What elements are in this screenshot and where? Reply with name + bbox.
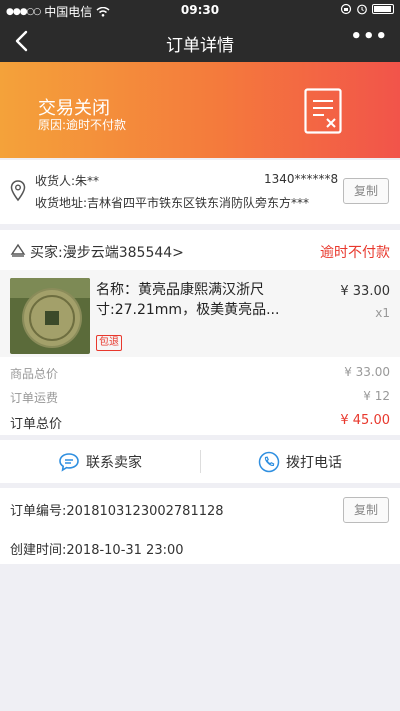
order-number: 订单编号:2018103123002781128 (10, 504, 224, 519)
goods-total-label: 商品总价 (10, 367, 59, 381)
location-pin-icon (10, 180, 26, 202)
buyer-row[interactable]: 买家:漫步云端385544> 逾时不付款 (0, 230, 400, 270)
order-total-value: ¥ 45.00 (340, 413, 390, 428)
order-total-row: 订单总价 ¥ 45.00 (0, 409, 400, 432)
copy-order-number-button[interactable]: 复制 (343, 497, 389, 523)
contact-seller-label: 联系卖家 (86, 454, 142, 471)
alarm-icon (357, 4, 367, 15)
return-guarantee-badge: 包退 (96, 335, 122, 351)
contact-seller-button[interactable]: 联系卖家 (58, 440, 142, 483)
phone-icon (258, 451, 280, 472)
shipping-fee-value: ¥ 12 (363, 389, 390, 403)
status-bar: ●●●○○ 中国电信 09:30 (0, 0, 400, 20)
navigation-bar: 订单详情 ••• (0, 20, 400, 62)
receiver-name: 收货人:朱** (35, 174, 100, 188)
product-price: ¥ 33.00 (340, 284, 390, 299)
buyer-name[interactable]: 买家:漫步云端385544> (30, 242, 184, 262)
closed-document-icon (304, 88, 342, 134)
product-image (10, 278, 90, 354)
shipping-fee-row: 订单运费 ¥ 12 (0, 385, 400, 407)
receiver-phone: 1340******8 (264, 172, 339, 186)
receiver-address: 收货地址:吉林省四平市铁东区铁东消防队旁东方*** (35, 196, 310, 210)
order-total-label: 订单总价 (10, 417, 63, 432)
copy-address-button[interactable]: 复制 (343, 178, 389, 204)
divider (200, 450, 201, 473)
shipping-fee-label: 订单运费 (10, 391, 59, 405)
order-info-card: 订单编号:2018103123002781128 复制 创建时间:2018-10… (0, 488, 400, 564)
goods-total-row: 商品总价 ¥ 33.00 (0, 361, 400, 383)
buyer-icon (10, 243, 26, 257)
product-name: 名称：黄亮品康熙满汉浙尺寸:27.21mm，极美黄亮品... (96, 282, 280, 318)
product-quantity: x1 (375, 306, 390, 320)
created-time: 创建时间:2018-10-31 23:00 (10, 543, 184, 558)
chat-bubble-icon (59, 452, 79, 472)
order-state-reason: 原因:逾时不付款 (38, 118, 127, 132)
order-status-label: 逾时不付款 (320, 245, 390, 261)
page-title: 订单详情 (166, 36, 234, 56)
action-bar: 联系卖家 拨打电话 (0, 440, 400, 483)
battery-icon (372, 4, 394, 14)
order-status-banner: 交易关闭 原因:逾时不付款 (0, 62, 400, 158)
goods-item[interactable]: 名称：黄亮品康熙满汉浙尺寸:27.21mm，极美黄亮品... ¥ 33.00 x… (0, 270, 400, 357)
goods-total-value: ¥ 33.00 (344, 365, 390, 379)
more-menu-button[interactable]: ••• (350, 26, 388, 47)
call-label: 拨打电话 (286, 454, 342, 471)
lock-rotation-icon (340, 3, 352, 15)
order-card: 买家:漫步云端385544> 逾时不付款 名称：黄亮品康熙满汉浙尺寸:27.21… (0, 230, 400, 435)
call-button[interactable]: 拨打电话 (258, 440, 342, 483)
shipping-address-card: 收货人:朱** 1340******8 收货地址:吉林省四平市铁东区铁东消防队旁… (0, 160, 400, 224)
